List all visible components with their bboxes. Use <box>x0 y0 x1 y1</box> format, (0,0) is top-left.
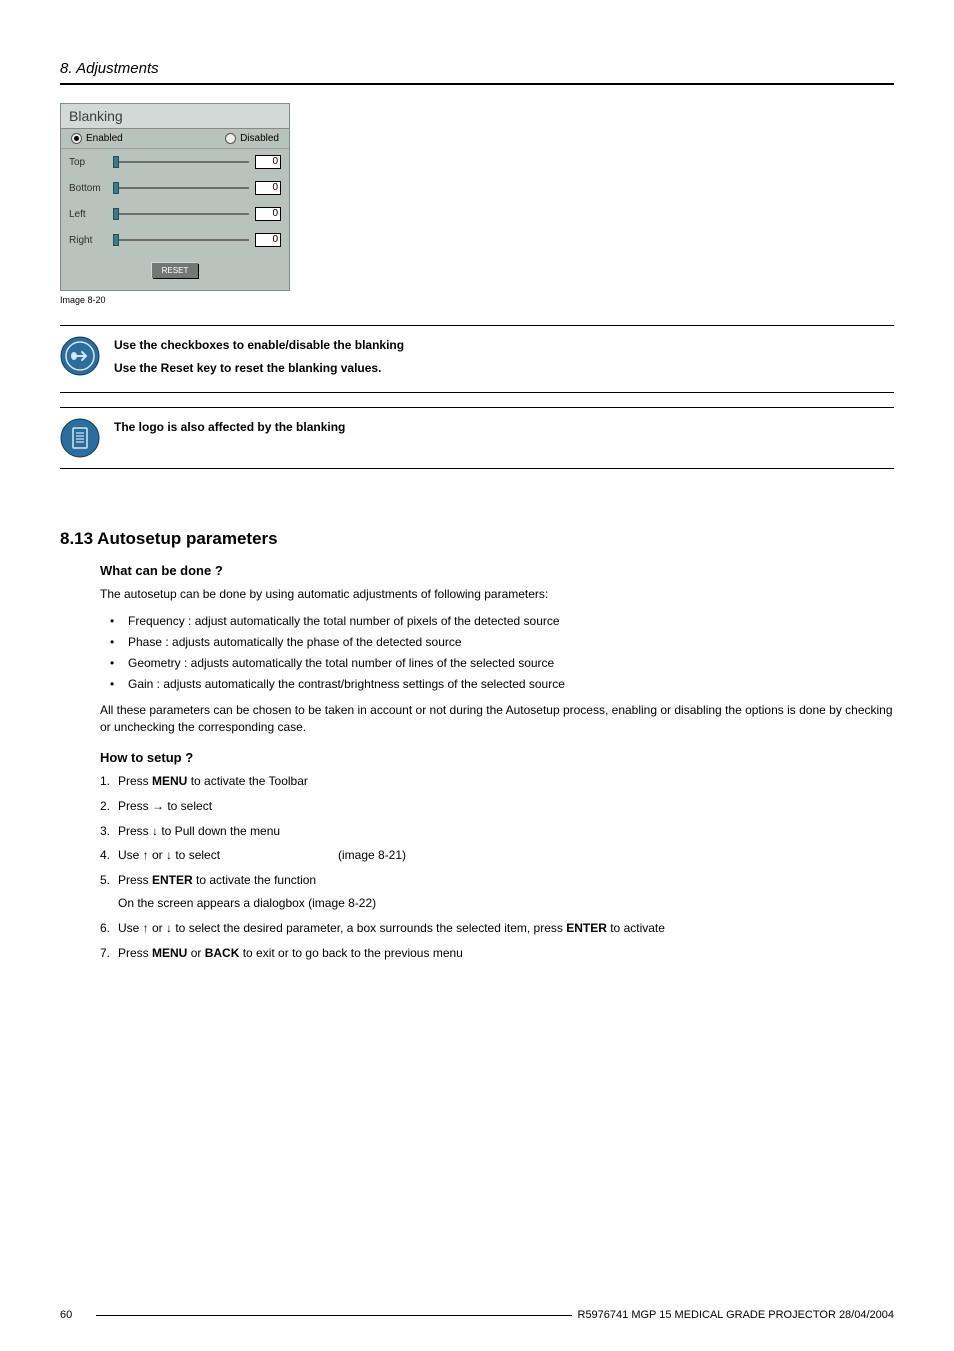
tip-line2: Use the Reset key to reset the blanking … <box>114 359 404 378</box>
slider-thumb-icon[interactable] <box>113 208 119 220</box>
hand-point-icon <box>60 336 100 376</box>
step-text: to activate <box>607 921 665 935</box>
image-caption: Image 8-20 <box>60 295 894 305</box>
slider-row-bottom: Bottom 0 <box>61 175 289 201</box>
step-text: to exit or to go back to the previous me… <box>239 946 462 960</box>
info-note: The logo is also affected by the blankin… <box>60 407 894 469</box>
slider-label-left: Left <box>69 209 109 220</box>
slider-thumb-icon[interactable] <box>113 182 119 194</box>
step-1: 1.Press MENU to activate the Toolbar <box>100 773 894 790</box>
step-text: to activate the Toolbar <box>187 774 308 788</box>
key-label: MENU <box>152 946 187 960</box>
tip-text: Use the checkboxes to enable/disable the… <box>114 336 404 382</box>
slider-row-right: Right 0 <box>61 227 289 253</box>
slider-value-right[interactable]: 0 <box>255 233 281 247</box>
slider-value-top[interactable]: 0 <box>255 155 281 169</box>
key-label: ENTER <box>152 873 193 887</box>
blanking-title: Blanking <box>61 104 289 129</box>
slider-value-bottom[interactable]: 0 <box>255 181 281 195</box>
radio-disabled-label: Disabled <box>240 133 279 144</box>
page-number: 60 <box>60 1309 90 1321</box>
step-6: 6.Use ↑ or ↓ to select the desired param… <box>100 920 894 937</box>
info-text: The logo is also affected by the blankin… <box>114 418 345 441</box>
subheading-how: How to setup ? <box>100 750 894 765</box>
radio-icon-unselected <box>225 133 236 144</box>
intro-text: The autosetup can be done by using autom… <box>100 586 894 603</box>
radio-enabled-label: Enabled <box>86 133 123 144</box>
image-ref: (image 8-21) <box>338 848 406 862</box>
slider-left[interactable] <box>115 213 249 215</box>
slider-thumb-icon[interactable] <box>113 234 119 246</box>
step-text: to activate the function <box>193 873 316 887</box>
footer-rule <box>96 1315 572 1316</box>
document-icon <box>60 418 100 458</box>
footer-text: R5976741 MGP 15 MEDICAL GRADE PROJECTOR … <box>578 1309 895 1321</box>
step-text: Use ↑ or ↓ to select the desired paramet… <box>118 921 566 935</box>
step-5: 5.Press ENTER to activate the function O… <box>100 872 894 912</box>
step-7: 7.Press MENU or BACK to exit or to go ba… <box>100 945 894 962</box>
slider-label-top: Top <box>69 157 109 168</box>
list-item: Phase : adjusts automatically the phase … <box>100 634 894 651</box>
tip-note: Use the checkboxes to enable/disable the… <box>60 325 894 393</box>
step-text: Press <box>118 873 152 887</box>
radio-icon-selected <box>71 133 82 144</box>
radio-enabled[interactable]: Enabled <box>71 133 123 144</box>
tip-line1: Use the checkboxes to enable/disable the… <box>114 336 404 355</box>
step-text: Press <box>118 946 152 960</box>
slider-row-left: Left 0 <box>61 201 289 227</box>
reset-row: RESET <box>61 253 289 290</box>
steps-list: 1.Press MENU to activate the Toolbar 2.P… <box>100 773 894 961</box>
step-text: Press <box>118 774 152 788</box>
blanking-radio-row: Enabled Disabled <box>61 129 289 149</box>
header-rule <box>60 83 894 85</box>
key-label: MENU <box>152 774 187 788</box>
slider-label-bottom: Bottom <box>69 183 109 194</box>
step-5-sub: On the screen appears a dialogbox (image… <box>118 895 894 912</box>
list-item: Geometry : adjusts automatically the tot… <box>100 655 894 672</box>
reset-button[interactable]: RESET <box>152 263 199 278</box>
parameter-list: Frequency : adjust automatically the tot… <box>100 613 894 692</box>
page-footer: 60 R5976741 MGP 15 MEDICAL GRADE PROJECT… <box>60 1309 894 1321</box>
page-header: 8. Adjustments <box>60 60 894 77</box>
section-title: 8.13 Autosetup parameters <box>60 529 894 549</box>
radio-disabled[interactable]: Disabled <box>225 133 279 144</box>
slider-value-left[interactable]: 0 <box>255 207 281 221</box>
blanking-panel: Blanking Enabled Disabled Top 0 Bottom 0… <box>60 103 290 291</box>
subheading-what: What can be done ? <box>100 563 894 578</box>
info-line1: The logo is also affected by the blankin… <box>114 418 345 437</box>
slider-bottom[interactable] <box>115 187 249 189</box>
slider-right[interactable] <box>115 239 249 241</box>
slider-thumb-icon[interactable] <box>113 156 119 168</box>
step-text: Use ↑ or ↓ to select <box>118 847 338 864</box>
step-text: Press → to select <box>118 799 212 813</box>
step-4: 4.Use ↑ or ↓ to select(image 8-21) <box>100 847 894 864</box>
slider-row-top: Top 0 <box>61 149 289 175</box>
list-item: Frequency : adjust automatically the tot… <box>100 613 894 630</box>
step-3: 3.Press ↓ to Pull down the menu <box>100 823 894 840</box>
step-text: Press ↓ to Pull down the menu <box>118 824 280 838</box>
step-2: 2.Press → to select <box>100 798 894 815</box>
after-bullets-text: All these parameters can be chosen to be… <box>100 702 894 736</box>
list-item: Gain : adjusts automatically the contras… <box>100 676 894 693</box>
slider-top[interactable] <box>115 161 249 163</box>
key-label: ENTER <box>566 921 607 935</box>
key-label: BACK <box>205 946 240 960</box>
step-text: or <box>187 946 204 960</box>
slider-label-right: Right <box>69 235 109 246</box>
